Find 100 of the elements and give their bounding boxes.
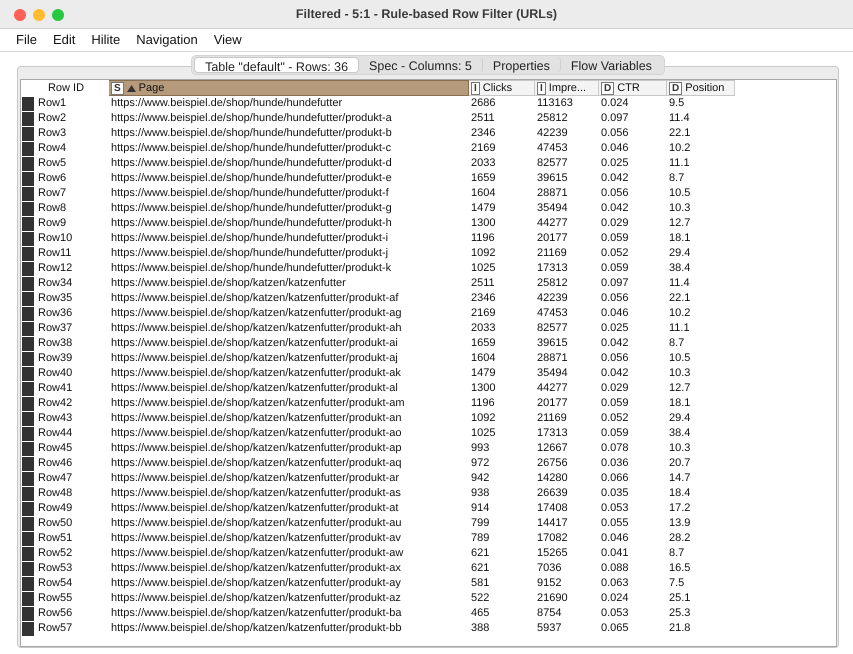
table-cell-text: 10.5 <box>668 351 692 366</box>
table-cell-text: 10.3 <box>668 366 692 381</box>
table-cell-text: 0.097 <box>600 111 630 126</box>
table-cell-text: 1196 <box>470 231 496 246</box>
row-color-icon <box>22 576 34 590</box>
table-cell-text: 799 <box>470 516 490 531</box>
table-cell-text: https://www.beispiel.de/shop/hunde/hundefutter/produkt-g <box>110 201 393 216</box>
table-cell-text: 25812 <box>536 276 569 291</box>
table-cell-text: 21169 <box>536 411 568 426</box>
table-cell-text: 0.046 <box>600 531 630 546</box>
table-cell-text: 0.097 <box>600 276 630 291</box>
row-color-icon <box>22 216 34 230</box>
table-cell-text: 18.4 <box>668 486 692 501</box>
table-cell-text: 15265 <box>536 546 569 561</box>
menu-item[interactable]: Navigation <box>128 30 206 50</box>
table-cell-text: 22.1 <box>668 126 692 141</box>
table-cell-text: 17.2 <box>668 501 692 516</box>
table-cell-text: 1025 <box>470 426 496 441</box>
column-header[interactable]: I Impre... <box>535 80 599 96</box>
table-cell-text: 8.7 <box>668 171 686 186</box>
table-cell-text: 10.2 <box>668 141 692 156</box>
table-cell-text: 2346 <box>470 291 496 306</box>
table-cell-text: 38.4 <box>668 426 692 441</box>
menu-item[interactable]: Hilite <box>83 30 128 50</box>
row-color-icon <box>22 292 34 306</box>
table-cell-text: https://www.beispiel.de/shop/katzen/katzenfutter/produkt-ai <box>110 336 399 351</box>
table-cell-text: 26756 <box>536 456 569 471</box>
table-cell-text: 11.4 <box>668 276 691 291</box>
table-cell-text: 0.041 <box>600 546 630 561</box>
minimize-button[interactable] <box>33 9 45 21</box>
column-header[interactable]: D CTR <box>599 80 667 96</box>
row-id: Row40 <box>38 366 72 381</box>
row-id: Row49 <box>38 501 72 516</box>
table-cell-text: 2686 <box>470 96 496 111</box>
column-header[interactable]: I Clicks <box>469 80 535 96</box>
row-id: Row50 <box>38 516 72 531</box>
tab[interactable]: Table "default" - Rows: 36 <box>194 57 360 73</box>
row-color-icon <box>22 606 34 620</box>
table-cell-text: https://www.beispiel.de/shop/katzen/katzenfutter/produkt-ar <box>110 471 400 486</box>
table-cell-text: 0.059 <box>600 261 630 276</box>
table-cell-text: 0.056 <box>600 126 630 141</box>
table-cell-text: 0.052 <box>600 411 630 426</box>
table-cell-text: 0.053 <box>600 606 630 621</box>
table-cell-text: 11.1 <box>668 156 691 171</box>
column-header[interactable]: D Position <box>667 80 735 96</box>
table-cell-text: 21.8 <box>668 621 692 636</box>
table-cell-text: 0.056 <box>600 291 630 306</box>
row-color-icon <box>22 472 34 486</box>
close-button[interactable] <box>14 9 26 21</box>
table-cell-text: 0.055 <box>600 516 630 531</box>
table-cell-text: 7036 <box>536 561 562 576</box>
table-cell-text: https://www.beispiel.de/shop/katzen/katzenfutter <box>110 276 347 291</box>
table-cell-text: https://www.beispiel.de/shop/katzen/katzenfutter/produkt-ap <box>110 441 402 456</box>
row-id: Row34 <box>38 276 72 291</box>
column-label: Page <box>138 81 164 95</box>
row-id: Row47 <box>38 471 72 486</box>
table-cell-text: https://www.beispiel.de/shop/katzen/katzenfutter/produkt-ag <box>110 306 402 321</box>
table-cell-text: 972 <box>470 456 490 471</box>
column-label: Position <box>685 81 724 95</box>
menu-item[interactable]: View <box>206 30 250 50</box>
table-cell-text: 44277 <box>536 381 569 396</box>
table-cell-text: https://www.beispiel.de/shop/hunde/hundefutter/produkt-a <box>110 111 393 126</box>
table-cell-text: 26639 <box>536 486 569 501</box>
row-id: Row5 <box>38 156 66 171</box>
table-cell-text: 8754 <box>536 606 562 621</box>
table-cell-text: https://www.beispiel.de/shop/katzen/katzenfutter/produkt-av <box>110 531 402 546</box>
row-id: Row46 <box>38 456 72 471</box>
row-id: Row57 <box>38 621 72 636</box>
table-cell-text: 25812 <box>536 111 569 126</box>
tab[interactable]: Properties <box>482 57 561 73</box>
tab[interactable]: Spec - Columns: 5 <box>359 57 483 73</box>
table-cell-text: 1196 <box>470 396 496 411</box>
tab[interactable]: Flow Variables <box>560 57 662 73</box>
table-cell-text: 18.1 <box>668 396 692 411</box>
row-id: Row55 <box>38 591 72 606</box>
table-cell-text: 0.036 <box>600 456 630 471</box>
table-cell-text: https://www.beispiel.de/shop/katzen/katzenfutter/produkt-ay <box>110 576 402 591</box>
table-cell-text: 0.042 <box>600 171 630 186</box>
table-cell-text: 42239 <box>536 291 569 306</box>
table-cell-text: 25.1 <box>668 591 692 606</box>
table-cell-text: 17313 <box>536 426 569 441</box>
column-header[interactable]: S Page <box>109 80 469 96</box>
menu-item[interactable]: Edit <box>44 30 84 50</box>
table-cell-text: 12.7 <box>668 381 692 396</box>
table-cell-text: 0.025 <box>600 156 630 171</box>
row-id: Row35 <box>38 291 72 306</box>
table-cell-text: 1300 <box>470 216 496 231</box>
row-color-icon <box>22 622 34 636</box>
row-color-icon <box>22 352 34 366</box>
row-id: Row44 <box>38 426 72 441</box>
table-cell-text: 13.9 <box>668 516 692 531</box>
zoom-button[interactable] <box>52 9 64 21</box>
table-cell-text: 522 <box>470 591 490 606</box>
table-cell-text: 1300 <box>470 381 496 396</box>
row-id: Row8 <box>38 201 66 216</box>
table-cell-text: 0.065 <box>600 621 630 636</box>
table-cell-text: 789 <box>470 531 490 546</box>
menu-item[interactable]: File <box>8 30 45 50</box>
table-cell-text: https://www.beispiel.de/shop/katzen/katzenfutter/produkt-aq <box>110 456 402 471</box>
row-id: Row53 <box>38 561 72 576</box>
